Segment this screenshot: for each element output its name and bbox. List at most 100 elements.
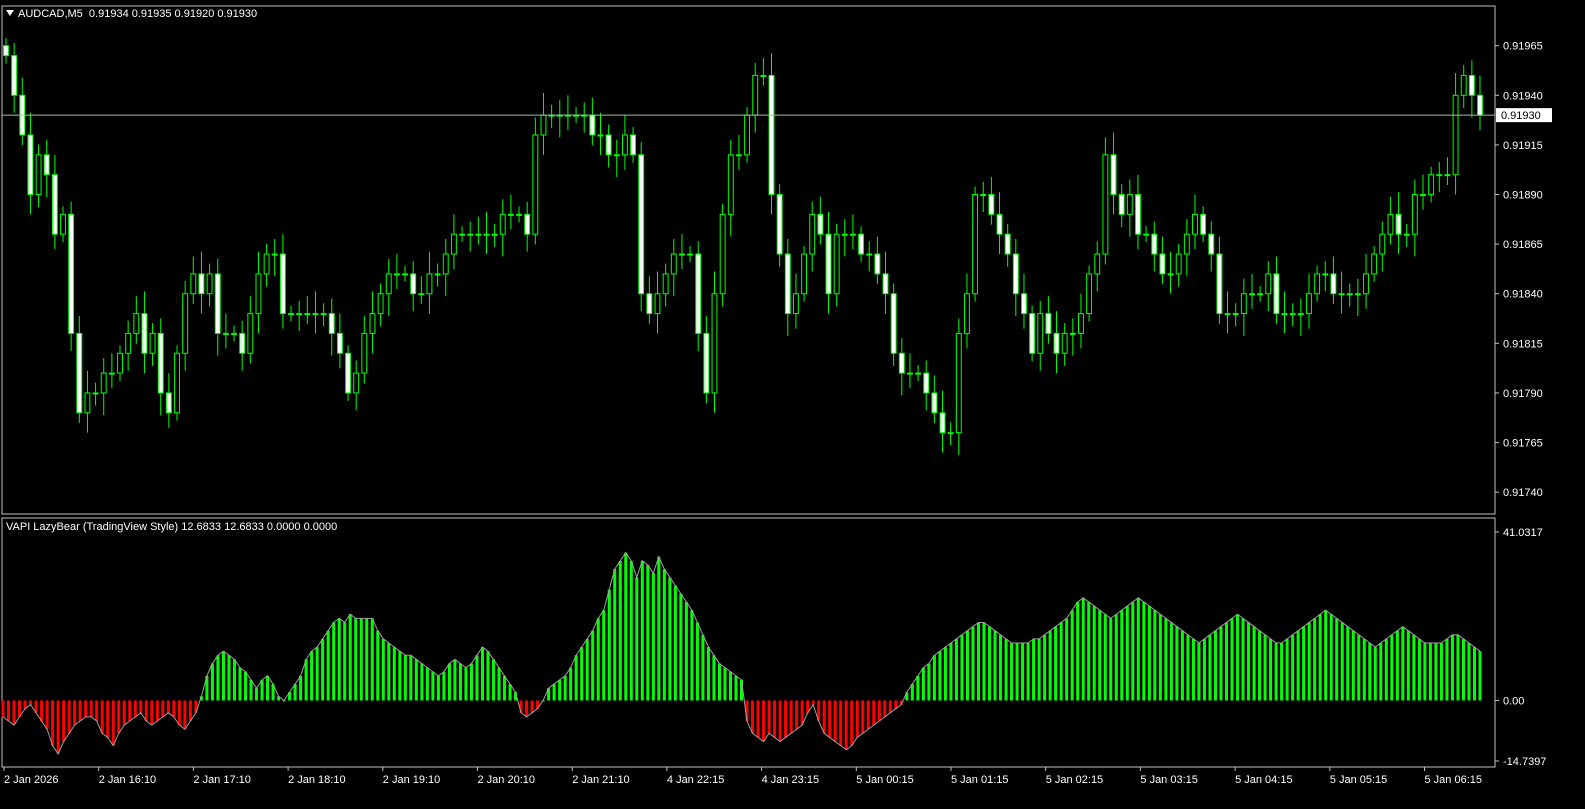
x-axis-label: 5 Jan 05:15 [1330, 774, 1388, 786]
candle-body [1281, 313, 1288, 316]
histogram-bar [1263, 634, 1267, 701]
price-axis-label: 0.91965 [1503, 41, 1543, 53]
candle-body [450, 233, 457, 255]
histogram-bar [1021, 642, 1025, 701]
histogram-bar [1406, 630, 1410, 701]
histogram-bar [1169, 622, 1173, 701]
x-axis-label: 4 Jan 23:15 [762, 774, 820, 786]
candle-body [475, 233, 482, 236]
trading-chart[interactable]: 0.91965 0.91940 0.91915 0.91890 0.91865 0.918… [0, 0, 1585, 806]
histogram-bar [1302, 626, 1306, 701]
candle-body [996, 213, 1003, 235]
candle-body [670, 253, 677, 275]
collapse-triangle-icon[interactable] [6, 10, 14, 16]
price-axis-label: 0.91790 [1503, 388, 1543, 400]
candle-body [939, 412, 946, 434]
x-axis-label: 4 Jan 22:15 [667, 774, 725, 786]
candle-body [727, 154, 734, 215]
chart-canvas[interactable]: 0.91965 0.91940 0.91915 0.91890 0.91865 0.918… [0, 0, 1585, 806]
candle-body [890, 293, 897, 354]
histogram-bar [1296, 630, 1300, 701]
histogram-bar [1208, 634, 1212, 701]
candle-body [1110, 154, 1117, 196]
candle-body [1240, 293, 1247, 315]
histogram-bar [1324, 610, 1328, 701]
candle-body [1094, 253, 1101, 275]
candle-body [1135, 194, 1141, 235]
histogram-bar [1280, 642, 1284, 701]
histogram-bar [1142, 601, 1146, 701]
candle-body [898, 352, 905, 374]
histogram-bar [1, 700, 5, 717]
histogram-bar [232, 659, 236, 701]
histogram-bar [409, 655, 413, 701]
candle-body [174, 352, 180, 414]
candle-body [947, 432, 954, 435]
candle-body [1029, 313, 1036, 354]
histogram-bar [982, 622, 986, 701]
candle-body [776, 194, 783, 255]
candle-body [833, 233, 840, 295]
candle-body [1330, 273, 1337, 295]
candle-body [662, 273, 669, 295]
candle-body [597, 134, 604, 137]
candle-body [84, 392, 91, 414]
price-axis-label: 0.91840 [1503, 289, 1543, 301]
candle-body [353, 372, 360, 394]
histogram-bar [177, 700, 181, 726]
histogram-bar [1087, 601, 1091, 701]
candle-body [589, 114, 596, 136]
histogram-bar [1439, 642, 1443, 701]
candle-body [768, 74, 775, 196]
histogram-bar [1202, 638, 1206, 701]
candle-body [442, 253, 449, 275]
histogram-bar [1109, 618, 1113, 701]
histogram-bar [574, 655, 578, 701]
histogram-bar [1125, 606, 1129, 701]
x-axis-label: 2 Jan 18:10 [288, 774, 346, 786]
candle-body [1175, 253, 1182, 275]
histogram-bar [144, 700, 148, 722]
histogram-bar [866, 700, 870, 730]
candle-body [255, 273, 262, 315]
candle-body [312, 313, 319, 316]
histogram-bar [266, 675, 270, 701]
indicator-panel-header: VAPI LazyBear (TradingView Style) 12.683… [6, 521, 337, 533]
candle-body [1314, 273, 1321, 295]
candle-body [621, 134, 628, 156]
histogram-bar [1428, 642, 1432, 701]
histogram-bar [965, 630, 969, 701]
candle-body [499, 213, 506, 235]
histogram-bar [464, 667, 468, 701]
candle-body [687, 253, 694, 256]
candle-body [613, 154, 620, 157]
histogram-bar [640, 560, 644, 701]
symbol-label: AUDCAD,M5 [18, 8, 83, 20]
price-panel-border [1, 5, 1496, 515]
histogram-bar [635, 577, 639, 701]
candle-body [296, 313, 303, 316]
histogram-bar [1401, 626, 1405, 701]
candle-body [328, 313, 335, 334]
histogram-bar [602, 610, 606, 701]
candle-body [1338, 293, 1345, 296]
price-axis-label: 0.91915 [1503, 140, 1543, 152]
candle-body [182, 293, 189, 354]
histogram-bar [960, 634, 964, 701]
candle-body [784, 253, 791, 315]
candle-body [491, 233, 498, 236]
candle-body [1379, 233, 1386, 255]
candle-body [11, 55, 18, 96]
histogram-bar [1026, 642, 1030, 701]
histogram-bar [447, 663, 451, 701]
histogram-bar [299, 675, 303, 701]
histogram-bar [1445, 638, 1449, 701]
histogram-bar [1081, 597, 1085, 701]
histogram-bar [1241, 618, 1245, 701]
histogram-bar [1092, 606, 1096, 701]
candle-body [907, 372, 913, 375]
histogram-bar [1395, 630, 1399, 701]
histogram-bar [62, 700, 66, 742]
histogram-bar [128, 700, 132, 722]
candle-body [1045, 313, 1052, 334]
